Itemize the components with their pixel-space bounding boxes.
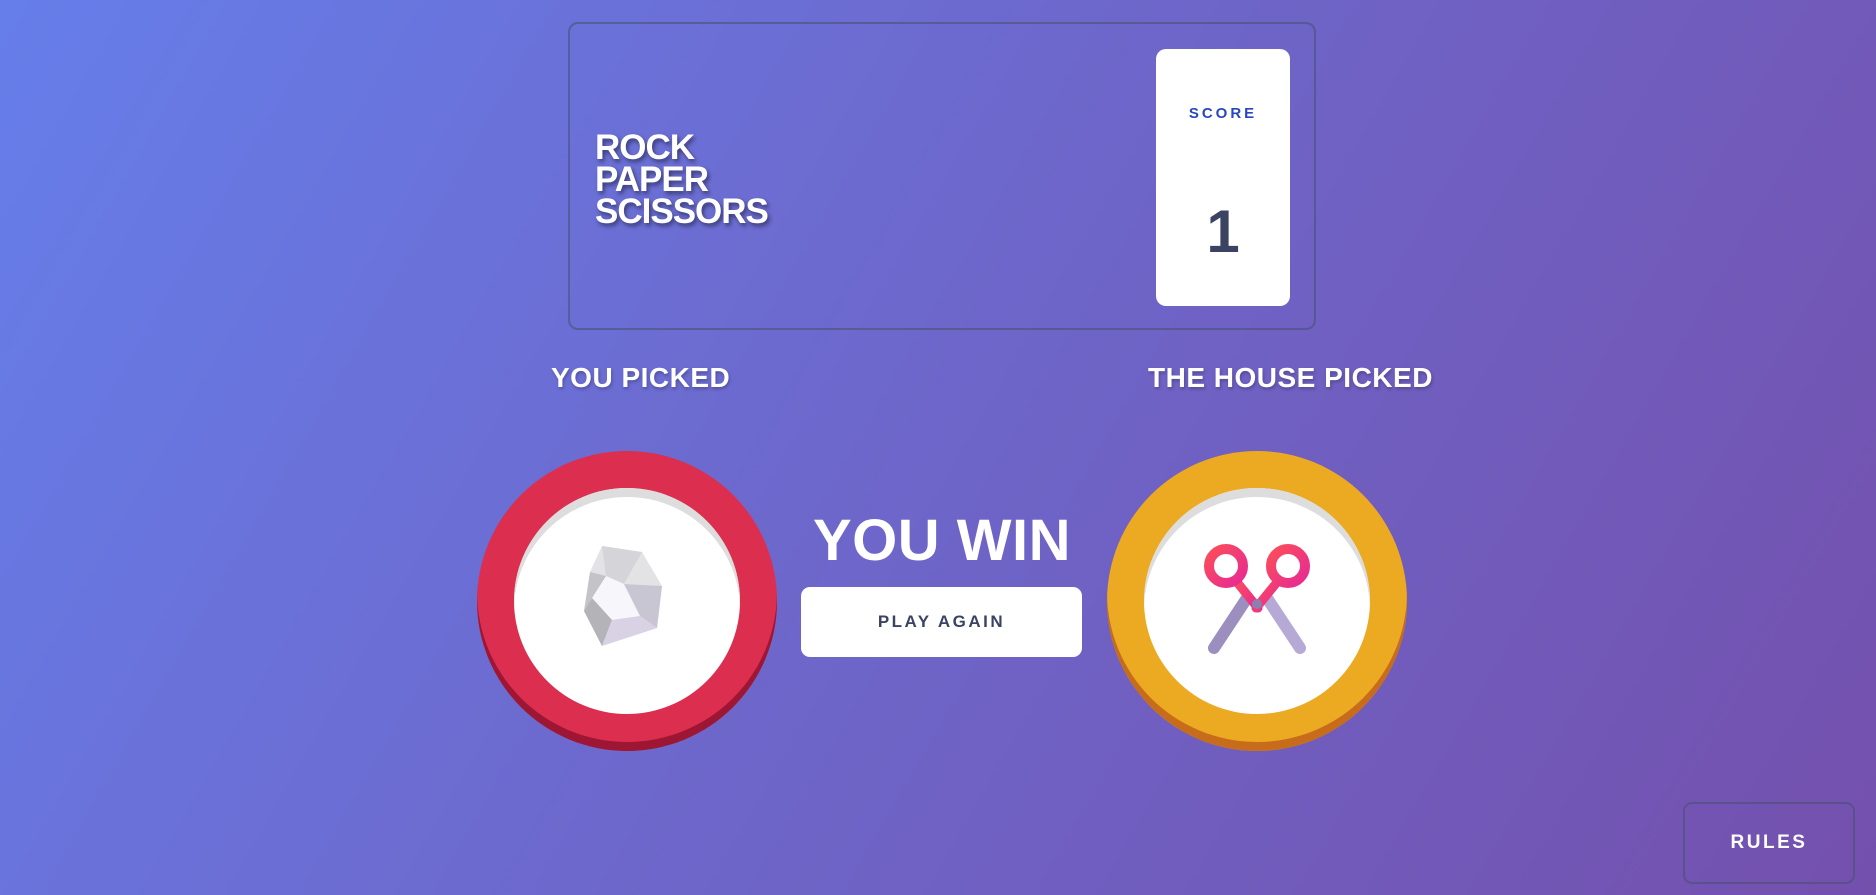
scissors-icon xyxy=(1204,544,1310,654)
play-again-button[interactable]: PLAY AGAIN xyxy=(801,587,1082,657)
game-header: ROCK PAPER SCISSORS SCORE 1 xyxy=(568,22,1316,330)
result-text: YOU WIN xyxy=(812,508,1072,573)
score-box: SCORE 1 xyxy=(1156,49,1290,306)
rock-icon xyxy=(584,546,662,646)
chip-face xyxy=(514,488,740,714)
game-logo: ROCK PAPER SCISSORS xyxy=(595,130,769,231)
house-picked-label: THE HOUSE PICKED xyxy=(1148,362,1433,393)
logo-line-scissors: SCISSORS xyxy=(595,192,769,231)
score-label: SCORE xyxy=(1188,105,1258,122)
rules-button[interactable]: RULES xyxy=(1683,802,1855,884)
score-value: 1 xyxy=(1206,198,1240,265)
player-choice-rock xyxy=(477,451,777,751)
you-picked-label: YOU PICKED xyxy=(551,362,731,393)
chip-face xyxy=(1144,488,1370,714)
house-choice-scissors xyxy=(1107,451,1407,751)
